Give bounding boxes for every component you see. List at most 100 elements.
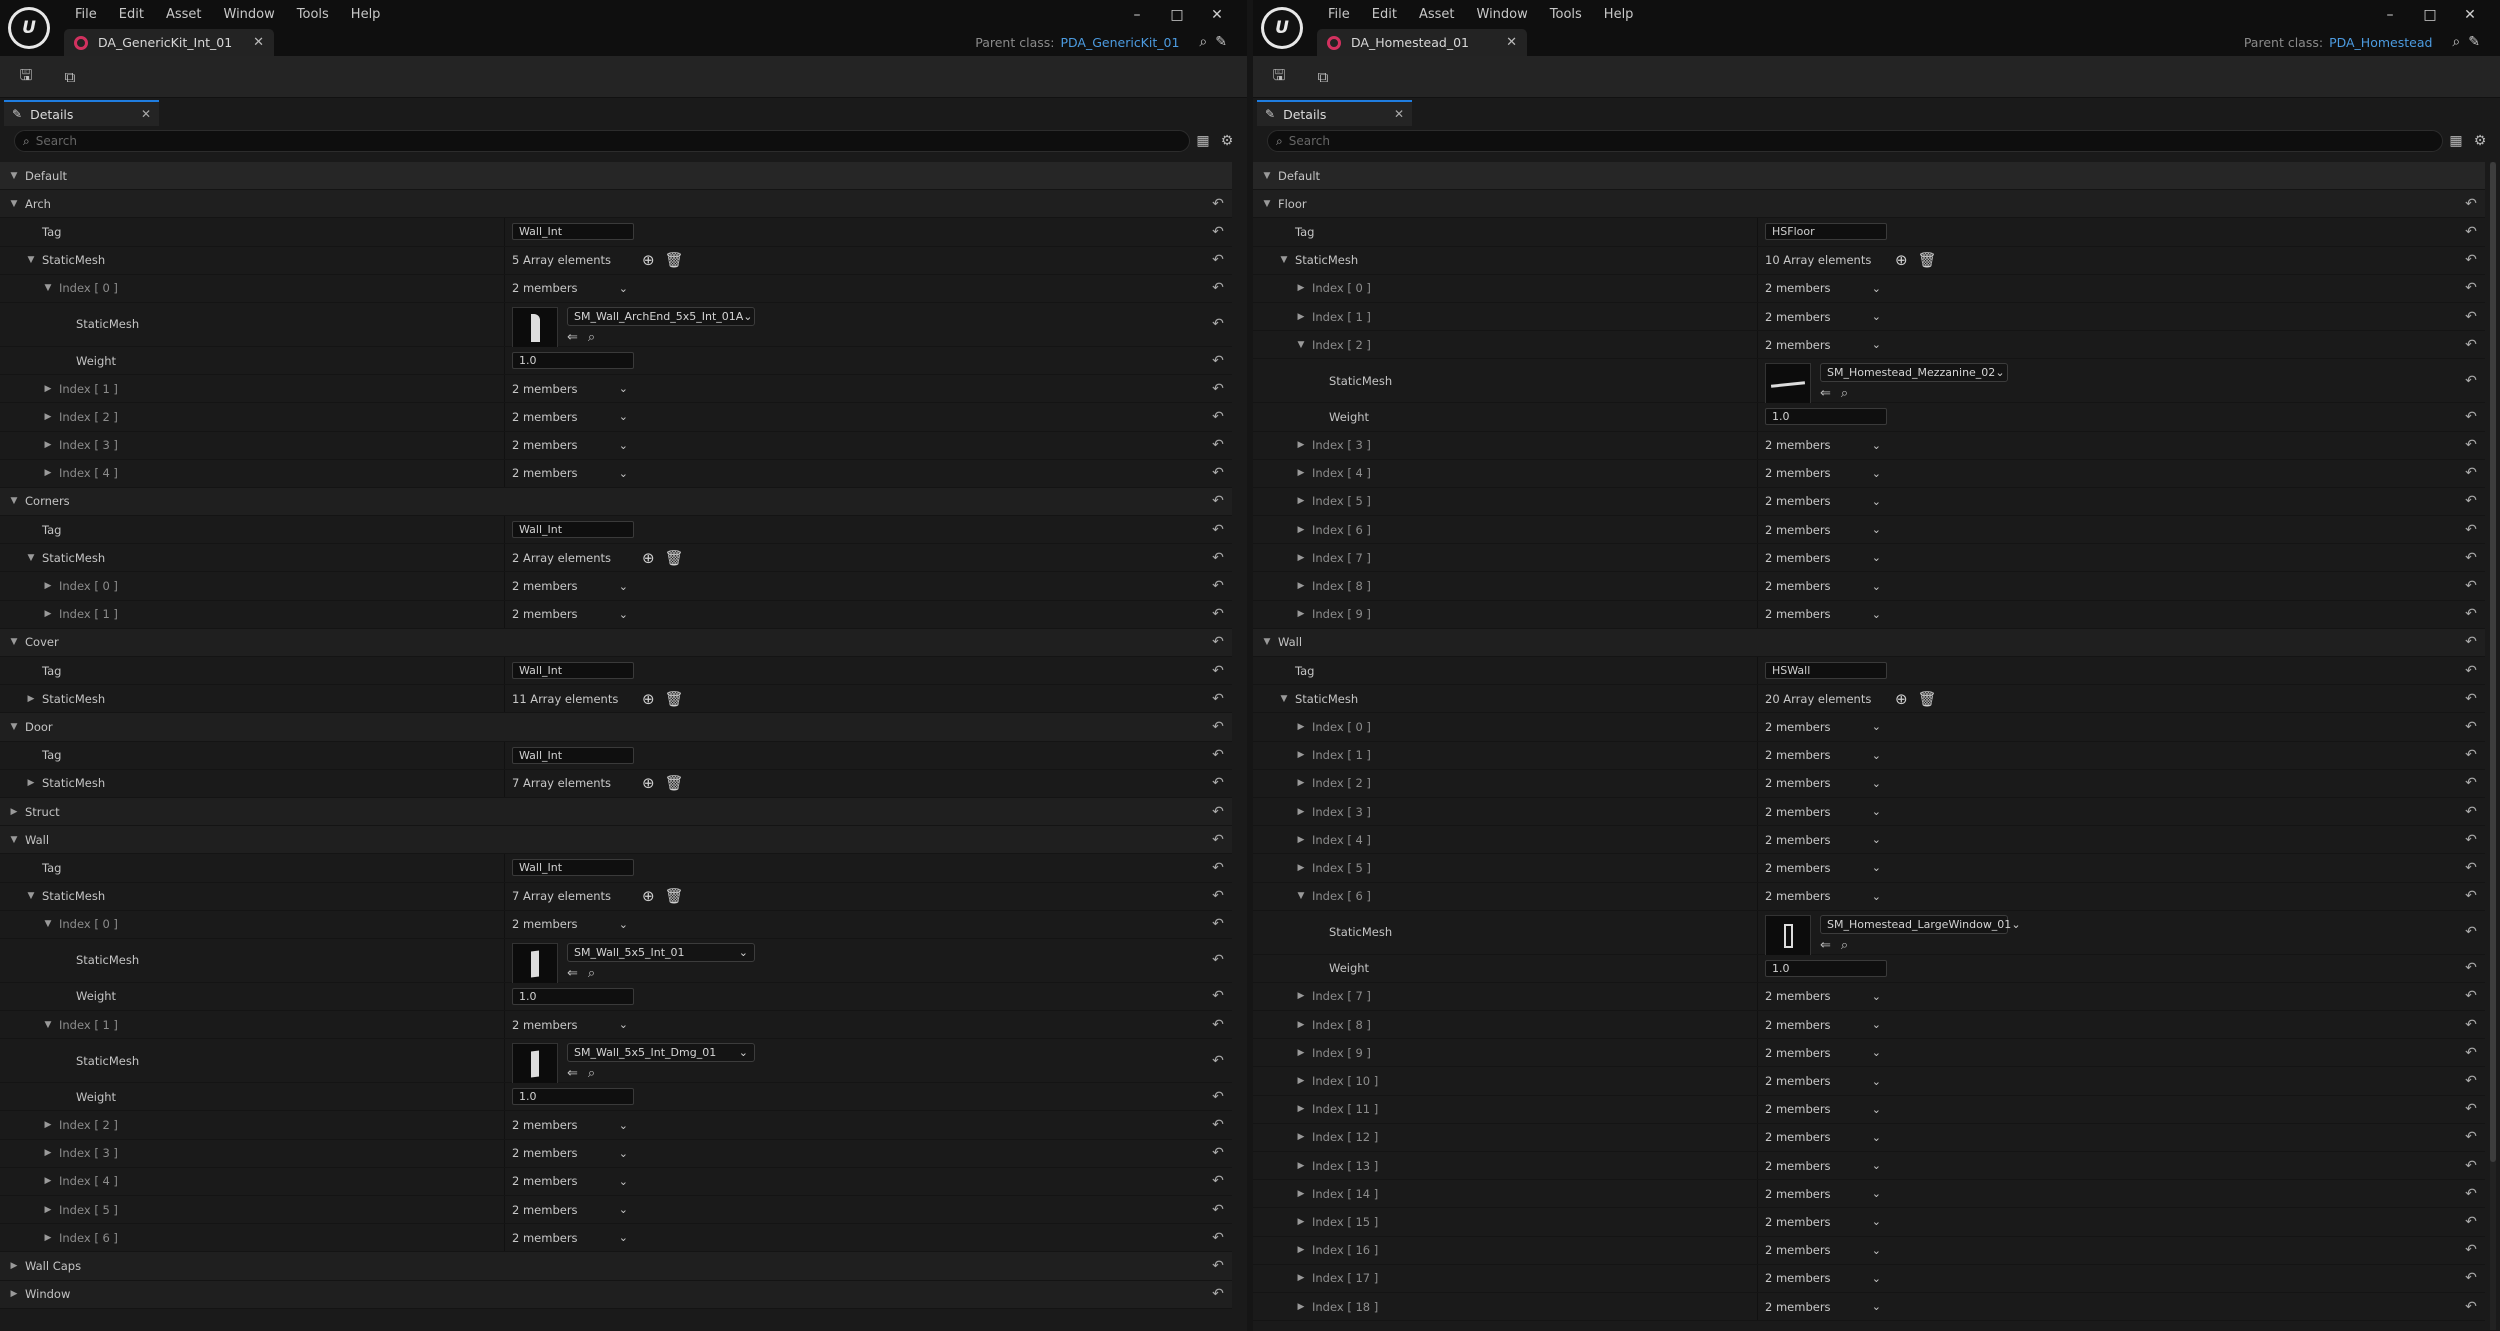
use-selected-asset-icon[interactable]: ⇐ <box>1820 386 1831 401</box>
property-row[interactable]: ▶ Index [ 14 ] 2 members ⌄ ↶ <box>1253 1180 2485 1209</box>
members-dropdown[interactable]: 2 members ⌄ <box>1765 1130 1881 1144</box>
collapsed-arrow-icon[interactable]: ▶ <box>1295 1020 1307 1030</box>
chevron-down-icon[interactable]: ⌄ <box>1872 467 1881 480</box>
members-dropdown[interactable]: 2 members ⌄ <box>512 1231 628 1245</box>
property-row[interactable]: ▼ Index [ 6 ] 2 members ⌄ ↶ <box>1253 882 2485 911</box>
chevron-down-icon[interactable]: ⌄ <box>739 946 748 959</box>
details-panel-tab[interactable]: ✎ Details ✕ <box>4 100 159 126</box>
chevron-down-icon[interactable]: ⌄ <box>1872 861 1881 874</box>
browse-to-asset-icon[interactable]: ⌕ <box>1841 386 1848 401</box>
members-dropdown[interactable]: 2 members ⌄ <box>1765 338 1881 352</box>
chevron-down-icon[interactable]: ⌄ <box>1872 1244 1881 1257</box>
column-divider[interactable] <box>1757 1236 1758 1264</box>
collapsed-arrow-icon[interactable]: ▶ <box>1295 553 1307 563</box>
collapsed-arrow-icon[interactable]: ▶ <box>1295 863 1307 873</box>
reset-to-default-icon[interactable]: ↶ <box>2457 218 2485 245</box>
chevron-down-icon[interactable]: ⌄ <box>1872 833 1881 846</box>
property-row[interactable]: ▶ Index [ 4 ] 2 members ⌄ ↶ <box>1253 826 2485 855</box>
column-divider[interactable] <box>1757 1152 1758 1180</box>
property-row[interactable]: ▶ Index [ 3 ] 2 members ⌄ ↶ <box>0 1139 1232 1168</box>
column-divider[interactable] <box>504 982 505 1011</box>
search-icon[interactable]: ⌕ <box>1199 34 1207 50</box>
property-row[interactable]: ▶ Index [ 1 ] 2 members ⌄ ↶ <box>1253 741 2485 770</box>
reset-to-default-icon[interactable]: ↶ <box>1204 375 1232 402</box>
group-row[interactable]: ▼ Wall ↶ <box>1253 628 2485 657</box>
menu-help[interactable]: Help <box>1593 2 1645 28</box>
column-divider[interactable] <box>1757 403 1758 431</box>
group-row[interactable]: ▼ Floor ↶ <box>1253 190 2485 219</box>
members-dropdown[interactable]: 2 members ⌄ <box>512 281 628 295</box>
property-row[interactable]: ▶ Index [ 0 ] 2 members ⌄ ↶ <box>1253 274 2485 303</box>
reset-to-default-icon[interactable]: ↶ <box>2457 911 2485 954</box>
reset-to-default-icon[interactable]: ↶ <box>2457 190 2485 217</box>
property-row[interactable]: ▼ Index [ 0 ] 2 members ⌄ ↶ <box>0 274 1232 303</box>
menu-asset[interactable]: Asset <box>155 2 213 28</box>
mesh-thumbnail[interactable] <box>512 942 558 987</box>
expanded-arrow-icon[interactable]: ▼ <box>8 171 20 181</box>
reset-to-default-icon[interactable]: ↶ <box>1204 1252 1232 1279</box>
asset-combo-box[interactable]: SM_Homestead_Mezzanine_02 ⌄ <box>1820 363 2008 383</box>
members-dropdown[interactable]: 2 members ⌄ <box>1765 1018 1881 1032</box>
column-divider[interactable] <box>1757 797 1758 826</box>
reset-to-default-icon[interactable]: ↶ <box>2457 544 2485 571</box>
members-dropdown[interactable]: 2 members ⌄ <box>512 438 628 452</box>
property-row[interactable]: ▶ Index [ 2 ] 2 members ⌄ ↶ <box>0 403 1232 432</box>
chevron-down-icon[interactable]: ⌄ <box>619 467 628 480</box>
column-divider[interactable] <box>1757 1208 1758 1236</box>
chevron-down-icon[interactable]: ⌄ <box>619 1147 628 1160</box>
members-dropdown[interactable]: 2 members ⌄ <box>1765 1102 1881 1116</box>
members-dropdown[interactable]: 2 members ⌄ <box>1765 833 1881 847</box>
collapsed-arrow-icon[interactable]: ▶ <box>8 807 20 817</box>
property-row[interactable]: ▼ StaticMesh 10 Array elements ⊕ 🗑 ↶ <box>1253 246 2485 275</box>
edit-pencil-icon[interactable]: ✎ <box>2468 34 2480 50</box>
column-divider[interactable] <box>504 1224 505 1252</box>
column-divider[interactable] <box>504 274 505 302</box>
chevron-down-icon[interactable]: ⌄ <box>1872 720 1881 733</box>
group-row[interactable]: ▼ Wall ↶ <box>0 826 1232 855</box>
chevron-down-icon[interactable]: ⌄ <box>619 1175 628 1188</box>
reset-to-default-icon[interactable]: ↶ <box>2457 1265 2485 1292</box>
expanded-arrow-icon[interactable]: ▼ <box>1295 340 1307 350</box>
chevron-down-icon[interactable]: ⌄ <box>619 608 628 621</box>
collapsed-arrow-icon[interactable]: ▶ <box>1295 581 1307 591</box>
members-dropdown[interactable]: 2 members ⌄ <box>1765 1271 1881 1285</box>
reset-to-default-icon[interactable]: ↶ <box>1204 854 1232 881</box>
column-divider[interactable] <box>504 1083 505 1111</box>
column-divider[interactable] <box>504 1039 505 1083</box>
property-row[interactable]: ▶ Index [ 9 ] 2 members ⌄ ↶ <box>1253 1039 2485 1068</box>
column-divider[interactable] <box>504 516 505 544</box>
reset-to-default-icon[interactable]: ↶ <box>1204 1281 1232 1308</box>
members-dropdown[interactable]: 2 members ⌄ <box>512 1203 628 1217</box>
chevron-down-icon[interactable]: ⌄ <box>619 382 628 395</box>
unreal-logo-icon[interactable]: U <box>1261 7 1303 49</box>
reset-to-default-icon[interactable]: ↶ <box>2457 883 2485 910</box>
minimize-icon[interactable]: – <box>1117 2 1157 28</box>
reset-to-default-icon[interactable]: ↶ <box>2457 826 2485 853</box>
members-dropdown[interactable]: 2 members ⌄ <box>1765 889 1881 903</box>
column-divider[interactable] <box>504 741 505 769</box>
expanded-arrow-icon[interactable]: ▼ <box>8 722 20 732</box>
property-row[interactable]: ▶ Index [ 13 ] 2 members ⌄ ↶ <box>1253 1152 2485 1181</box>
property-row[interactable]: ▶ Index [ 0 ] 2 members ⌄ ↶ <box>1253 713 2485 742</box>
chevron-down-icon[interactable]: ⌄ <box>619 1018 628 1031</box>
reset-to-default-icon[interactable]: ↶ <box>1204 713 1232 740</box>
group-row[interactable]: ▶ Struct ↶ <box>0 797 1232 827</box>
column-divider[interactable] <box>504 1167 505 1195</box>
use-selected-asset-icon[interactable]: ⇐ <box>567 1066 578 1081</box>
reset-to-default-icon[interactable]: ↶ <box>2457 1152 2485 1179</box>
collapsed-arrow-icon[interactable]: ▶ <box>1295 778 1307 788</box>
parent-class-link[interactable]: PDA_GenericKit_01 <box>1060 35 1179 50</box>
menu-file[interactable]: File <box>1317 2 1361 28</box>
reset-to-default-icon[interactable]: ↶ <box>2457 1039 2485 1066</box>
expanded-arrow-icon[interactable]: ▼ <box>1261 171 1273 181</box>
members-dropdown[interactable]: 2 members ⌄ <box>1765 310 1881 324</box>
property-row[interactable]: ▶ Index [ 6 ] 2 members ⌄ ↶ <box>0 1224 1232 1253</box>
reset-to-default-icon[interactable]: ↶ <box>2457 303 2485 330</box>
property-row[interactable]: ▶ Index [ 0 ] 2 members ⌄ ↶ <box>0 572 1232 601</box>
members-dropdown[interactable]: 2 members ⌄ <box>1765 1187 1881 1201</box>
members-dropdown[interactable]: 2 members ⌄ <box>512 1118 628 1132</box>
column-divider[interactable] <box>504 1011 505 1039</box>
property-row[interactable]: ▶ Index [ 16 ] 2 members ⌄ ↶ <box>1253 1236 2485 1265</box>
chevron-down-icon[interactable]: ⌄ <box>1872 608 1881 621</box>
chevron-down-icon[interactable]: ⌄ <box>1872 1272 1881 1285</box>
